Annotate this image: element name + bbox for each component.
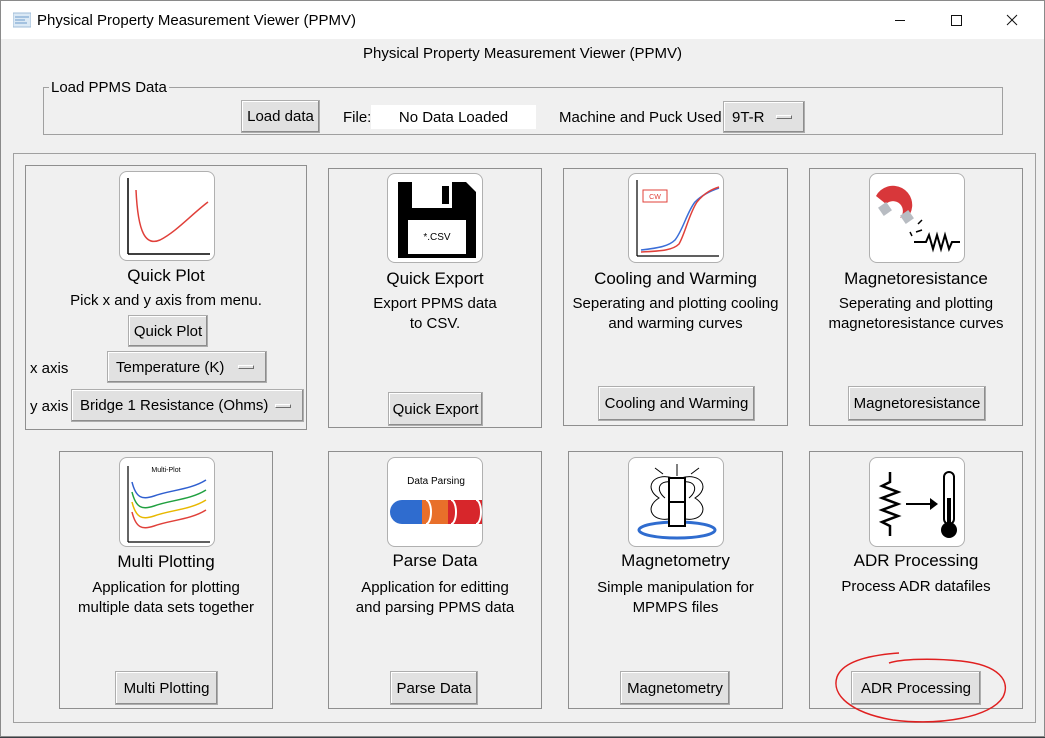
magnetoresistance-title: Magnetoresistance xyxy=(844,269,988,288)
magnetometry-description: Simple manipulation for MPMPS files xyxy=(569,578,782,618)
adr-processing-panel: ADR Processing Process ADR datafiles ADR… xyxy=(809,451,1023,709)
data-parsing-icon: Data Parsing xyxy=(387,457,483,547)
magnetometry-title: Magnetometry xyxy=(621,551,730,570)
y-axis-dropdown[interactable]: Bridge 1 Resistance (Ohms) xyxy=(71,389,304,422)
cooling-warming-button[interactable]: Cooling and Warming xyxy=(598,386,755,421)
magnetoresistance-panel: Magnetoresistance Seperating and plottin… xyxy=(809,168,1023,426)
maximize-button[interactable] xyxy=(933,1,979,39)
cooling-warming-desc-line: Seperating and plotting cooling xyxy=(572,295,779,312)
cooling-warming-plot-icon: CW xyxy=(628,173,724,263)
parse-data-title: Parse Data xyxy=(392,551,478,570)
cw-legend-text: CW xyxy=(649,194,661,201)
magnetometry-icon xyxy=(628,457,724,547)
quick-export-panel: *.CSV Quick Export Export PPMS data to C… xyxy=(328,168,542,428)
magnetometry-panel: Magnetometry Simple manipulation for MPM… xyxy=(568,451,783,709)
quick-plot-desc-line: Pick x and y axis from menu. xyxy=(70,292,262,309)
resistor-thermometer-icon xyxy=(869,457,965,547)
x-axis-dropdown[interactable]: Temperature (K) xyxy=(107,351,267,383)
quick-plot-title: Quick Plot xyxy=(127,266,205,285)
cooling-warming-panel: CW Cooling and Warming Seperating and pl… xyxy=(563,168,788,426)
close-button[interactable] xyxy=(989,1,1035,39)
adr-processing-title: ADR Processing xyxy=(853,551,979,570)
x-axis-value: Temperature (K) xyxy=(116,358,225,376)
file-label: File: xyxy=(343,109,372,126)
multi-plot-title-text: Multi-Plot xyxy=(151,467,180,474)
data-parsing-title-text: Data Parsing xyxy=(407,476,465,487)
magnetometry-desc-line: Simple manipulation for xyxy=(597,579,754,596)
load-group-legend: Load PPMS Data xyxy=(49,79,169,96)
quick-plot-button[interactable]: Quick Plot xyxy=(128,315,208,347)
x-axis-label: x axis xyxy=(30,360,69,377)
window-title: Physical Property Measurement Viewer (PP… xyxy=(37,12,356,29)
maximize-icon xyxy=(951,15,962,26)
multi-plotting-title: Multi Plotting xyxy=(117,552,215,571)
app-heading: Physical Property Measurement Viewer (PP… xyxy=(363,45,682,62)
multi-plotting-desc-line: Application for plotting xyxy=(92,579,240,596)
close-icon xyxy=(1006,14,1018,26)
machine-puck-dropdown[interactable]: 9T-R xyxy=(723,101,805,133)
app-window: Physical Property Measurement Viewer (PP… xyxy=(0,0,1045,737)
adr-processing-description: Process ADR datafiles xyxy=(810,577,1022,597)
file-name-field: No Data Loaded xyxy=(371,105,536,129)
parse-data-desc-line: Application for editting xyxy=(361,579,509,596)
minimize-icon xyxy=(895,20,905,21)
parse-data-description: Application for editting and parsing PPM… xyxy=(329,578,541,618)
adr-processing-desc-line: Process ADR datafiles xyxy=(841,578,991,595)
quick-export-desc-line: to CSV. xyxy=(409,315,461,332)
floppy-csv-text: *.CSV xyxy=(423,232,451,243)
parse-data-desc-line: and parsing PPMS data xyxy=(355,599,515,616)
magnet-resistor-icon xyxy=(869,173,965,263)
y-axis-value: Bridge 1 Resistance (Ohms) xyxy=(80,397,269,414)
quick-export-description: Export PPMS data to CSV. xyxy=(329,294,541,334)
dropdown-indicator-icon xyxy=(275,403,291,408)
multi-plot-icon: Multi-Plot xyxy=(119,457,215,547)
magnetoresistance-desc-line: Seperating and plotting xyxy=(838,295,994,312)
machine-label: Machine and Puck Used: xyxy=(559,109,726,126)
quick-plot-description: Pick x and y axis from menu. xyxy=(26,291,306,311)
machine-puck-value: 9T-R xyxy=(732,108,765,126)
floppy-disk-icon: *.CSV xyxy=(387,173,483,263)
multi-plotting-desc-line: multiple data sets together xyxy=(78,599,254,616)
quick-export-desc-line: Export PPMS data xyxy=(373,295,497,312)
parse-data-panel: Data Parsing Parse Data Application for … xyxy=(328,451,542,709)
minimize-button[interactable] xyxy=(877,1,923,39)
y-axis-label: y axis xyxy=(30,398,69,415)
load-data-button[interactable]: Load data xyxy=(241,100,320,133)
magnetoresistance-description: Seperating and plotting magnetoresistanc… xyxy=(810,294,1022,334)
plot-curve-icon xyxy=(119,171,215,261)
parse-data-button[interactable]: Parse Data xyxy=(390,671,478,705)
cooling-warming-description: Seperating and plotting cooling and warm… xyxy=(564,294,787,334)
dropdown-indicator-icon xyxy=(238,365,254,369)
app-icon xyxy=(12,12,32,28)
magnetometry-desc-line: MPMPS files xyxy=(632,599,719,616)
adr-processing-button[interactable]: ADR Processing xyxy=(851,671,981,705)
title-bar[interactable]: Physical Property Measurement Viewer (PP… xyxy=(1,1,1044,39)
magnetoresistance-button[interactable]: Magnetoresistance xyxy=(848,386,986,421)
magnetoresistance-desc-line: magnetoresistance curves xyxy=(828,315,1004,332)
magnetometry-button[interactable]: Magnetometry xyxy=(620,671,730,705)
multi-plotting-description: Application for plotting multiple data s… xyxy=(60,578,272,618)
dropdown-indicator-icon xyxy=(776,115,792,119)
multi-plotting-button[interactable]: Multi Plotting xyxy=(115,671,218,705)
quick-export-title: Quick Export xyxy=(386,269,484,288)
quick-plot-panel: Quick Plot Pick x and y axis from menu. … xyxy=(25,165,307,430)
cooling-warming-desc-line: and warming curves xyxy=(608,315,743,332)
multi-plotting-panel: Multi-Plot Multi Plotting Application fo… xyxy=(59,451,273,709)
cooling-warming-title: Cooling and Warming xyxy=(594,269,757,288)
quick-export-button[interactable]: Quick Export xyxy=(388,392,483,426)
